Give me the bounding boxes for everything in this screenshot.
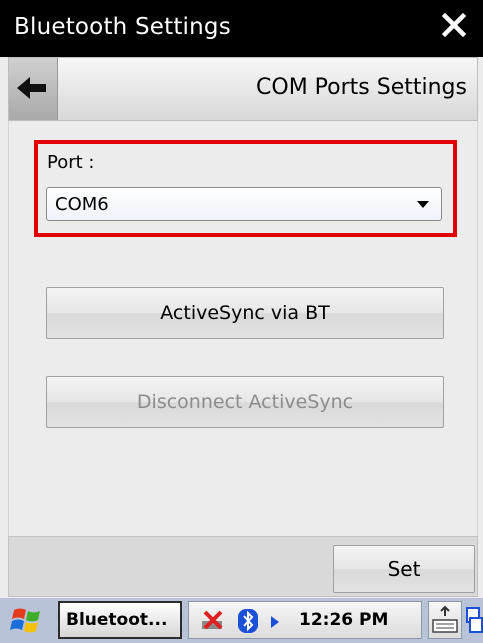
system-tray: 12:26 PM	[188, 601, 422, 639]
bluetooth-icon[interactable]	[237, 608, 259, 638]
set-button[interactable]: Set	[333, 545, 475, 593]
window-title: Bluetooth Settings	[14, 14, 231, 40]
activesync-button[interactable]: ActiveSync via BT	[46, 287, 444, 339]
port-select-value: COM6	[55, 194, 109, 215]
chevron-down-icon	[417, 201, 429, 208]
disconnect-activesync-button[interactable]: Disconnect ActiveSync	[46, 376, 444, 428]
taskbar-app-button[interactable]: Bluetoot...	[58, 601, 182, 639]
network-disconnected-icon[interactable]	[199, 608, 227, 638]
port-select[interactable]: COM6	[46, 187, 442, 221]
port-label: Port :	[47, 152, 95, 173]
title-bar: Bluetooth Settings	[0, 0, 483, 57]
arrow-left-icon	[17, 77, 46, 99]
screen: Bluetooth Settings COM Ports Settings Po…	[0, 0, 483, 643]
page-title: COM Ports Settings	[256, 75, 467, 100]
back-button[interactable]	[9, 58, 58, 120]
start-flag-icon[interactable]	[10, 604, 46, 638]
tray-expand-icon[interactable]	[269, 614, 281, 633]
clock: 12:26 PM	[299, 610, 389, 630]
page-header: COM Ports Settings	[8, 57, 478, 121]
window-switch-icon[interactable]	[466, 604, 483, 638]
keyboard-icon[interactable]	[428, 601, 462, 639]
taskbar: Bluetoot... 12:26 PM	[0, 597, 483, 643]
close-icon[interactable]	[439, 10, 469, 40]
